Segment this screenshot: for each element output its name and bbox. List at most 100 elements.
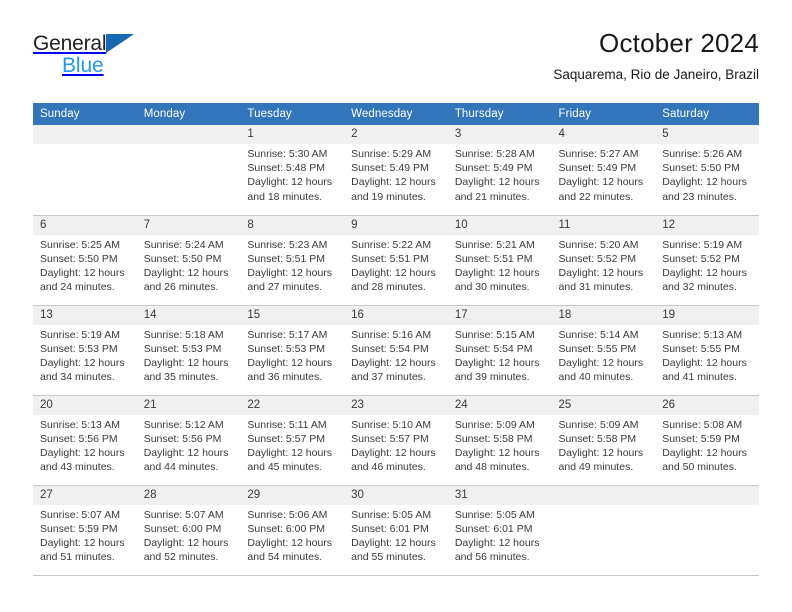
calendar-day-cell[interactable]: 18 Sunrise: 5:14 AM Sunset: 5:55 PM Dayligh… [551, 305, 656, 396]
day-number: 13 [33, 305, 137, 325]
day-details: Sunrise: 5:09 AM Sunset: 5:58 PM Daylight:… [448, 415, 552, 475]
calendar-day-cell[interactable]: 16 Sunrise: 5:16 AM Sunset: 5:54 PM Dayligh… [344, 305, 448, 396]
logo-triangle-icon [106, 34, 135, 53]
calendar-day-cell[interactable]: 17 Sunrise: 5:15 AM Sunset: 5:54 PM Dayligh… [447, 305, 552, 396]
day-number: 24 [447, 395, 552, 415]
calendar-day-cell[interactable]: 13 Sunrise: 5:19 AM Sunset: 5:53 PM Dayligh… [33, 305, 137, 396]
calendar-body: 1 Sunrise: 5:30 AM Sunset: 5:48 PM Daylight… [33, 125, 759, 576]
calendar-day-cell[interactable]: 23 Sunrise: 5:10 AM Sunset: 5:57 PM Dayligh… [344, 395, 448, 486]
day-details: Sunrise: 5:30 AM Sunset: 5:48 PM Daylight:… [240, 144, 344, 204]
sunset-text: Sunset: 5:49 PM [454, 162, 533, 175]
day-number: 4 [551, 125, 656, 144]
sunset-text: Sunset: 5:52 PM [662, 252, 740, 265]
day-number: 17 [447, 305, 552, 325]
day-details: Sunrise: 5:14 AM Sunset: 5:55 PM Daylight:… [552, 325, 656, 385]
daylight-text: Daylight: 12 hours and 43 minutes. [40, 446, 125, 474]
calendar-day-cell[interactable]: 29 Sunrise: 5:06 AM Sunset: 6:00 PM Dayligh… [240, 485, 345, 576]
day-details: Sunrise: 5:05 AM Sunset: 6:01 PM Daylight:… [448, 505, 552, 565]
sunrise-text: Sunrise: 5:11 AM [247, 418, 327, 431]
day-number: 2 [344, 125, 448, 144]
sunrise-text: Sunrise: 5:19 AM [40, 328, 120, 341]
sunrise-text: Sunrise: 5:27 AM [558, 148, 639, 160]
calendar-day-cell[interactable]: 5 Sunrise: 5:26 AM Sunset: 5:50 PM Daylight… [655, 125, 759, 216]
day-number: 10 [447, 215, 552, 235]
logo-general-text: General [33, 32, 107, 55]
sunrise-text: Sunrise: 5:21 AM [454, 238, 535, 251]
daylight-text: Daylight: 12 hours and 26 minutes. [143, 266, 229, 294]
calendar-week-row: 1 Sunrise: 5:30 AM Sunset: 5:48 PM Daylight… [33, 125, 759, 216]
sunrise-text: Sunrise: 5:24 AM [143, 238, 224, 251]
calendar-day-cell[interactable]: 25 Sunrise: 5:09 AM Sunset: 5:58 PM Dayligh… [551, 395, 656, 486]
day-number [551, 485, 656, 505]
calendar-day-cell[interactable]: 2 Sunrise: 5:29 AM Sunset: 5:49 PM Daylight… [344, 125, 448, 216]
daylight-text: Daylight: 12 hours and 32 minutes. [662, 266, 747, 294]
calendar-day-cell[interactable]: 31 Sunrise: 5:05 AM Sunset: 6:01 PM Dayligh… [447, 485, 552, 576]
calendar-day-cell[interactable]: 12 Sunrise: 5:19 AM Sunset: 5:52 PM Dayligh… [655, 215, 759, 306]
calendar-day-cell[interactable]: 11 Sunrise: 5:20 AM Sunset: 5:52 PM Dayligh… [551, 215, 656, 306]
calendar-day-cell[interactable]: 28 Sunrise: 5:07 AM Sunset: 6:00 PM Dayligh… [136, 485, 241, 576]
calendar-day-cell-empty [655, 485, 759, 576]
day-details: Sunrise: 5:22 AM Sunset: 5:51 PM Daylight:… [344, 235, 448, 295]
sunrise-text: Sunrise: 5:15 AM [454, 328, 535, 341]
daylight-text: Daylight: 12 hours and 34 minutes. [40, 356, 125, 384]
sunrise-text: Sunrise: 5:16 AM [351, 328, 432, 341]
calendar-day-cell[interactable]: 20 Sunrise: 5:13 AM Sunset: 5:56 PM Dayligh… [33, 395, 137, 486]
daylight-text: Daylight: 12 hours and 39 minutes. [454, 356, 540, 384]
daylight-text: Daylight: 12 hours and 55 minutes. [351, 536, 436, 564]
day-number: 19 [655, 305, 759, 325]
sunrise-text: Sunrise: 5:10 AM [351, 418, 432, 431]
calendar-day-cell[interactable]: 8 Sunrise: 5:23 AM Sunset: 5:51 PM Daylight… [240, 215, 345, 306]
calendar-week-row: 6 Sunrise: 5:25 AM Sunset: 5:50 PM Daylight… [33, 215, 759, 306]
day-number: 20 [33, 395, 137, 415]
calendar-day-cell[interactable]: 3 Sunrise: 5:28 AM Sunset: 5:49 PM Daylight… [447, 125, 552, 216]
day-number: 31 [447, 485, 552, 505]
daylight-text: Daylight: 12 hours and 54 minutes. [247, 536, 333, 564]
day-number: 3 [447, 125, 552, 144]
day-details: Sunrise: 5:15 AM Sunset: 5:54 PM Daylight:… [448, 325, 552, 385]
daylight-text: Daylight: 12 hours and 52 minutes. [143, 536, 229, 564]
sunrise-text: Sunrise: 5:13 AM [40, 418, 120, 431]
sunrise-text: Sunrise: 5:18 AM [143, 328, 224, 341]
sunset-text: Sunset: 5:53 PM [143, 342, 222, 355]
calendar-day-cell[interactable]: 9 Sunrise: 5:22 AM Sunset: 5:51 PM Daylight… [344, 215, 448, 306]
calendar-day-cell[interactable]: 14 Sunrise: 5:18 AM Sunset: 5:53 PM Dayligh… [136, 305, 241, 396]
sunset-text: Sunset: 5:50 PM [143, 252, 222, 265]
daylight-text: Daylight: 12 hours and 23 minutes. [662, 176, 747, 203]
calendar-day-cell[interactable]: 7 Sunrise: 5:24 AM Sunset: 5:50 PM Daylight… [136, 215, 241, 306]
sunset-text: Sunset: 5:55 PM [662, 342, 740, 355]
calendar-day-cell[interactable]: 21 Sunrise: 5:12 AM Sunset: 5:56 PM Dayligh… [136, 395, 241, 486]
day-number: 15 [240, 305, 345, 325]
day-number: 12 [655, 215, 759, 235]
sunset-text: Sunset: 5:49 PM [351, 162, 429, 175]
sunset-text: Sunset: 5:50 PM [662, 162, 740, 175]
calendar-day-cell[interactable]: 1 Sunrise: 5:30 AM Sunset: 5:48 PM Daylight… [240, 125, 345, 216]
title-block: October 2024 Saquarema, Rio de Janeiro, … [553, 24, 759, 86]
day-number: 25 [551, 395, 656, 415]
calendar-day-cell[interactable]: 22 Sunrise: 5:11 AM Sunset: 5:57 PM Dayligh… [240, 395, 345, 486]
calendar-day-cell[interactable]: 24 Sunrise: 5:09 AM Sunset: 5:58 PM Dayligh… [447, 395, 552, 486]
calendar-day-cell[interactable]: 19 Sunrise: 5:13 AM Sunset: 5:55 PM Dayligh… [655, 305, 759, 396]
day-details: Sunrise: 5:19 AM Sunset: 5:53 PM Daylight:… [33, 325, 137, 385]
calendar-week-row: 27 Sunrise: 5:07 AM Sunset: 5:59 PM Dayligh… [33, 485, 759, 576]
sunrise-text: Sunrise: 5:22 AM [351, 238, 432, 251]
sunset-text: Sunset: 5:57 PM [247, 432, 326, 445]
calendar-day-cell[interactable]: 6 Sunrise: 5:25 AM Sunset: 5:50 PM Daylight… [33, 215, 137, 306]
day-number: 27 [33, 485, 137, 505]
calendar-day-cell[interactable]: 30 Sunrise: 5:05 AM Sunset: 6:01 PM Dayligh… [344, 485, 448, 576]
calendar-day-cell[interactable]: 4 Sunrise: 5:27 AM Sunset: 5:49 PM Daylight… [551, 125, 656, 216]
daylight-text: Daylight: 12 hours and 48 minutes. [454, 446, 540, 474]
sunrise-text: Sunrise: 5:23 AM [247, 238, 328, 251]
general-blue-logo[interactable]: General Blue [33, 24, 135, 77]
calendar-day-cell[interactable]: 15 Sunrise: 5:17 AM Sunset: 5:53 PM Dayligh… [240, 305, 345, 396]
calendar-day-cell-empty [33, 125, 137, 216]
calendar-day-cell[interactable]: 10 Sunrise: 5:21 AM Sunset: 5:51 PM Dayligh… [447, 215, 552, 306]
sunrise-text: Sunrise: 5:19 AM [662, 238, 743, 251]
weekday-header-tuesday: Tuesday [240, 103, 345, 125]
sunrise-text: Sunrise: 5:05 AM [454, 508, 535, 521]
day-number [655, 485, 759, 505]
weekday-header-wednesday: Wednesday [344, 103, 448, 125]
calendar-day-cell[interactable]: 26 Sunrise: 5:08 AM Sunset: 5:59 PM Dayligh… [655, 395, 759, 486]
day-details: Sunrise: 5:16 AM Sunset: 5:54 PM Daylight:… [344, 325, 448, 385]
day-number: 11 [551, 215, 656, 235]
calendar-day-cell[interactable]: 27 Sunrise: 5:07 AM Sunset: 5:59 PM Dayligh… [33, 485, 137, 576]
